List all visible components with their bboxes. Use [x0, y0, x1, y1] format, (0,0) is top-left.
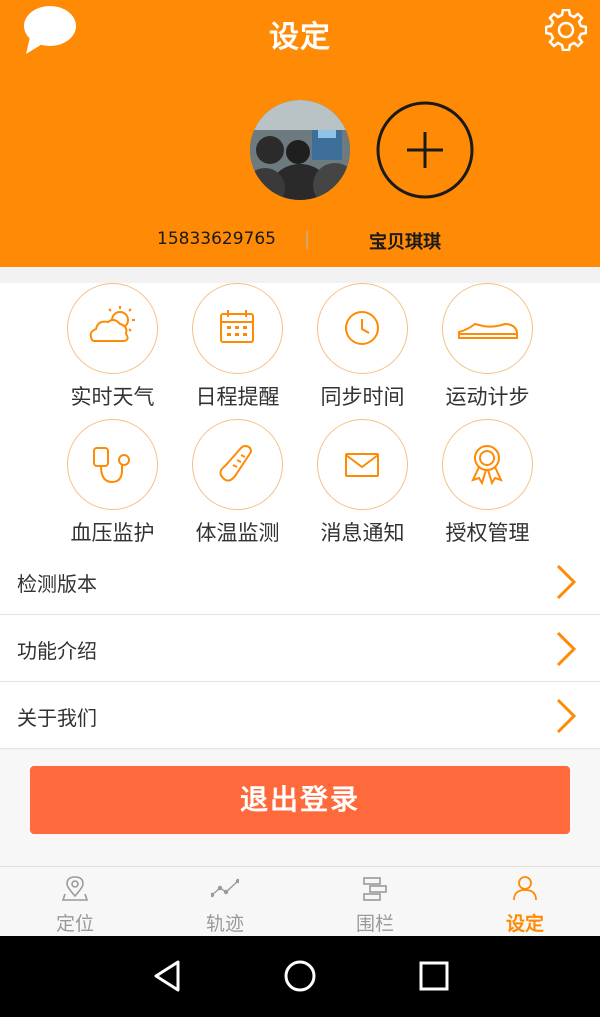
recent-apps-icon[interactable] — [416, 958, 452, 994]
home-icon[interactable] — [282, 958, 318, 994]
avatar[interactable] — [250, 100, 350, 200]
shoe-icon — [458, 322, 518, 339]
tab-label: 围栏 — [355, 913, 394, 935]
tab-track[interactable]: 轨迹 — [150, 867, 300, 937]
function-pedometer[interactable]: 运动计步 — [425, 283, 550, 413]
menu-item-features[interactable]: 功能介绍 — [0, 615, 600, 682]
chevron-right-icon — [556, 698, 577, 734]
function-temperature[interactable]: 体温监测 — [175, 419, 300, 549]
function-label: 运动计步 — [445, 385, 530, 409]
function-label: 授权管理 — [445, 521, 530, 545]
tab-settings[interactable]: 设定 — [450, 867, 600, 937]
function-authorization[interactable]: 授权管理 — [425, 419, 550, 549]
menu-item-about-us[interactable]: 关于我们 — [0, 682, 600, 749]
function-sync-time[interactable]: 同步时间 — [300, 283, 425, 413]
back-icon[interactable] — [150, 958, 186, 994]
logout-area: 退出登录 — [0, 750, 600, 866]
award-icon — [471, 445, 503, 486]
avatar-photo — [250, 100, 350, 200]
function-label: 日程提醒 — [195, 385, 280, 409]
function-notifications[interactable]: 消息通知 — [300, 419, 425, 549]
add-child-button[interactable] — [375, 100, 475, 200]
tab-label: 设定 — [505, 913, 544, 935]
weather-icon — [89, 306, 135, 342]
chevron-right-icon — [556, 631, 577, 667]
track-line-icon — [211, 878, 239, 898]
tab-location[interactable]: 定位 — [0, 867, 150, 937]
gear-icon[interactable] — [545, 9, 587, 51]
function-label: 消息通知 — [320, 521, 405, 545]
location-pin-icon — [61, 876, 89, 901]
menu-item-label: 关于我们 — [17, 706, 97, 730]
tab-fence[interactable]: 围栏 — [300, 867, 450, 937]
bottom-tab-bar: 定位 轨迹 围栏 设定 — [0, 866, 600, 936]
function-weather[interactable]: 实时天气 — [50, 283, 175, 413]
page-title: 设定 — [269, 20, 331, 55]
function-label: 体温监测 — [195, 521, 280, 545]
account-phone: 15833629765 — [157, 229, 276, 249]
function-label: 实时天气 — [70, 385, 155, 409]
divider — [0, 748, 600, 749]
logout-button[interactable]: 退出登录 — [30, 766, 570, 834]
function-label: 同步时间 — [320, 385, 405, 409]
menu-item-label: 功能介绍 — [17, 639, 97, 663]
calendar-icon — [220, 310, 254, 343]
tab-label: 定位 — [55, 913, 94, 935]
menu-item-check-version[interactable]: 检测版本 — [0, 548, 600, 615]
function-schedule[interactable]: 日程提醒 — [175, 283, 300, 413]
chevron-right-icon — [556, 564, 577, 600]
stethoscope-icon — [93, 447, 130, 484]
child-name[interactable]: 宝贝琪琪 — [350, 228, 460, 254]
tab-label: 轨迹 — [205, 913, 244, 935]
envelope-icon — [345, 453, 379, 477]
header: 设定 15833629765 宝贝琪琪 — [0, 0, 600, 267]
clock-icon — [345, 311, 379, 345]
fence-icon — [363, 877, 387, 901]
function-label: 血压监护 — [70, 521, 155, 545]
function-blood-pressure[interactable]: 血压监护 — [50, 419, 175, 549]
menu-item-label: 检测版本 — [17, 572, 97, 596]
system-nav-bar — [0, 936, 600, 1017]
divider — [306, 231, 308, 249]
thermometer-icon — [219, 444, 253, 482]
user-icon — [513, 876, 537, 901]
